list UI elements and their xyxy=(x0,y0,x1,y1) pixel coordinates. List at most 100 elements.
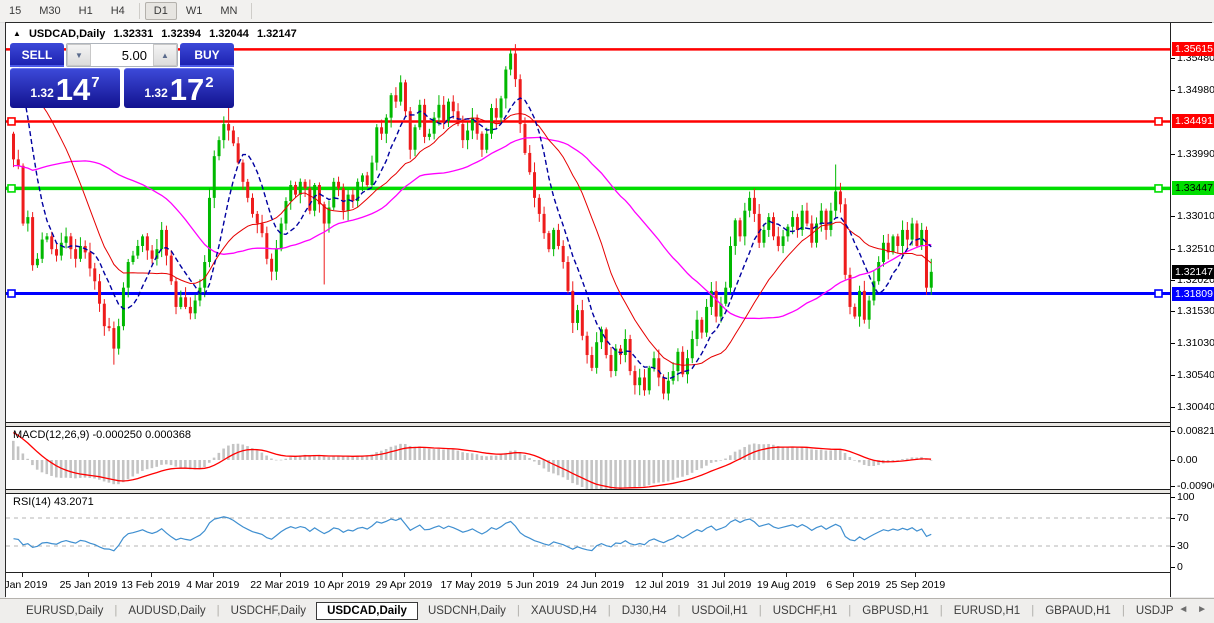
bull-candle xyxy=(743,211,746,237)
bull-candle xyxy=(218,140,221,156)
bull-candle xyxy=(347,195,350,211)
bull-candle xyxy=(466,130,469,140)
timeframe-button-h1[interactable]: H1 xyxy=(70,2,102,20)
bull-candle xyxy=(485,134,488,150)
line-drag-handle[interactable] xyxy=(8,290,15,297)
macd-histogram-bar xyxy=(256,450,259,460)
timeframe-button-w1[interactable]: W1 xyxy=(177,2,212,20)
price-axis-tick xyxy=(1171,407,1175,408)
tab-scroll-right-icon[interactable]: ► xyxy=(1197,604,1210,615)
bear-candle xyxy=(74,249,77,259)
buy-button[interactable]: BUY xyxy=(180,43,234,67)
macd-histogram-bar xyxy=(676,460,679,478)
bull-candle xyxy=(858,291,861,317)
bull-candle xyxy=(696,320,699,339)
macd-histogram-bar xyxy=(170,460,173,465)
chart-tab-gbpusd-h1[interactable]: GBPUSD,H1 xyxy=(852,602,938,620)
macd-histogram-bar xyxy=(686,460,689,475)
panel-splitter[interactable] xyxy=(6,489,1213,494)
bull-candle xyxy=(65,236,68,242)
chart-tab-usdchf-daily[interactable]: USDCHF,Daily xyxy=(221,602,316,620)
macd-histogram-bar xyxy=(375,452,378,460)
timeframe-button-15[interactable]: 15 xyxy=(0,2,30,20)
macd-histogram-bar xyxy=(829,450,832,460)
price-axis[interactable]: 1.354801.349801.339901.330101.325101.320… xyxy=(1170,23,1214,597)
macd-histogram-bar xyxy=(523,455,526,460)
chart-tab-eurusd-h1[interactable]: EURUSD,H1 xyxy=(944,602,1030,620)
sell-button[interactable]: SELL xyxy=(10,43,64,67)
chart-tab-eurusd-daily[interactable]: EURUSD,Daily xyxy=(16,602,113,620)
timeframe-toolbar: 15M30H1H4 D1W1MN xyxy=(0,0,1214,23)
macd-histogram-bar xyxy=(22,453,25,460)
chart-tab-usdchf-h1[interactable]: USDCHF,H1 xyxy=(763,602,848,620)
bull-candle xyxy=(734,220,737,246)
one-click-trading-panel: SELL ▼ ▲ BUY 1.32 14 7 1.32 17 2 xyxy=(10,43,234,108)
macd-histogram-bar xyxy=(696,460,699,470)
timeframe-button-d1[interactable]: D1 xyxy=(145,2,177,20)
macd-histogram-bar xyxy=(815,450,818,460)
date-axis[interactable]: 7 Jan 201925 Jan 201913 Feb 20194 Mar 20… xyxy=(6,572,1170,598)
macd-histogram-bar xyxy=(528,458,531,460)
macd-histogram-bar xyxy=(332,456,335,460)
timeframe-button-m30[interactable]: M30 xyxy=(30,2,69,20)
date-axis-label: 5 Jun 2019 xyxy=(507,579,559,591)
bull-candle xyxy=(160,230,163,249)
macd-histogram-bar xyxy=(74,460,77,478)
macd-axis-tick xyxy=(1171,460,1175,461)
chart-tab-usdcnh-daily[interactable]: USDCNH,Daily xyxy=(418,602,516,620)
macd-histogram-bar xyxy=(198,460,201,469)
bear-candle xyxy=(189,307,192,313)
price-badge: 1.31809 xyxy=(1172,287,1214,301)
bear-candle xyxy=(294,185,297,195)
chart-header: ▲ USDCAD,Daily 1.32331 1.32394 1.32044 1… xyxy=(13,28,302,40)
line-drag-handle[interactable] xyxy=(1155,185,1162,192)
bull-candle xyxy=(901,230,904,246)
chart-tab-usdcad-daily[interactable]: USDCAD,Daily xyxy=(316,602,418,620)
chart-tab-xauusd-h4[interactable]: XAUUSD,H4 xyxy=(521,602,607,620)
bear-candle xyxy=(777,236,780,246)
timeframe-button-mn[interactable]: MN xyxy=(211,2,246,20)
chart-tab-bar: EURUSD,Daily|AUDUSD,Daily|USDCHF,DailyUS… xyxy=(0,598,1214,623)
date-axis-label: 25 Sep 2019 xyxy=(886,579,946,591)
bear-candle xyxy=(112,328,115,349)
line-drag-handle[interactable] xyxy=(1155,290,1162,297)
chart-tab-usdjp[interactable]: USDJP xyxy=(1126,602,1184,620)
bull-candle xyxy=(595,342,598,368)
line-drag-handle[interactable] xyxy=(8,185,15,192)
chart-tab-audusd-daily[interactable]: AUDUSD,Daily xyxy=(118,602,215,620)
sell-quote-button[interactable]: 1.32 14 7 xyxy=(10,68,120,108)
chart-tab-dj30-h4[interactable]: DJ30,H4 xyxy=(612,602,677,620)
bear-candle xyxy=(739,220,742,236)
line-drag-handle[interactable] xyxy=(8,118,15,125)
price-axis-tick xyxy=(1171,311,1175,312)
buy-quote-button[interactable]: 1.32 17 2 xyxy=(124,68,234,108)
chart-tab-gbpaud-h1[interactable]: GBPAUD,H1 xyxy=(1035,602,1121,620)
macd-histogram-bar xyxy=(820,450,823,460)
volume-increase-button[interactable]: ▲ xyxy=(153,44,177,66)
collapse-arrow-icon[interactable]: ▲ xyxy=(13,29,21,38)
macd-histogram-bar xyxy=(930,460,933,461)
bull-candle xyxy=(868,301,871,320)
rsi-indicator-panel[interactable] xyxy=(6,494,1170,571)
bull-candle xyxy=(820,211,823,224)
panel-splitter[interactable] xyxy=(6,422,1213,427)
macd-histogram-bar xyxy=(447,449,450,460)
macd-histogram-bar xyxy=(514,450,517,460)
chart-tab-usdoil-h1[interactable]: USDOil,H1 xyxy=(681,602,757,620)
bull-candle xyxy=(41,240,44,259)
timeframe-button-h4[interactable]: H4 xyxy=(102,2,134,20)
volume-input[interactable] xyxy=(91,44,153,66)
bull-candle xyxy=(213,156,216,198)
macd-histogram-bar xyxy=(614,460,617,489)
bull-candle xyxy=(882,243,885,262)
macd-histogram-bar xyxy=(500,455,503,460)
bear-candle xyxy=(896,236,899,246)
tab-scroll-left-icon[interactable]: ◄ xyxy=(1178,604,1191,615)
date-axis-label: 19 Aug 2019 xyxy=(757,579,816,591)
volume-decrease-button[interactable]: ▼ xyxy=(67,44,91,66)
price-axis-label: 1.32510 xyxy=(1177,243,1214,255)
line-drag-handle[interactable] xyxy=(1155,118,1162,125)
macd-histogram-bar xyxy=(127,460,130,479)
bear-candle xyxy=(715,291,718,317)
macd-histogram-bar xyxy=(351,457,354,460)
